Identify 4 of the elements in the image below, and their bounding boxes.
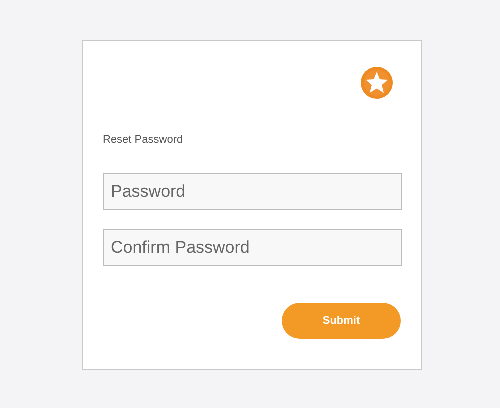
submit-button[interactable]: Submit (282, 303, 401, 339)
form-title: Reset Password (103, 134, 184, 146)
password-field[interactable]: Password (103, 173, 402, 210)
password-field[interactable]: Confirm Password (103, 229, 402, 266)
